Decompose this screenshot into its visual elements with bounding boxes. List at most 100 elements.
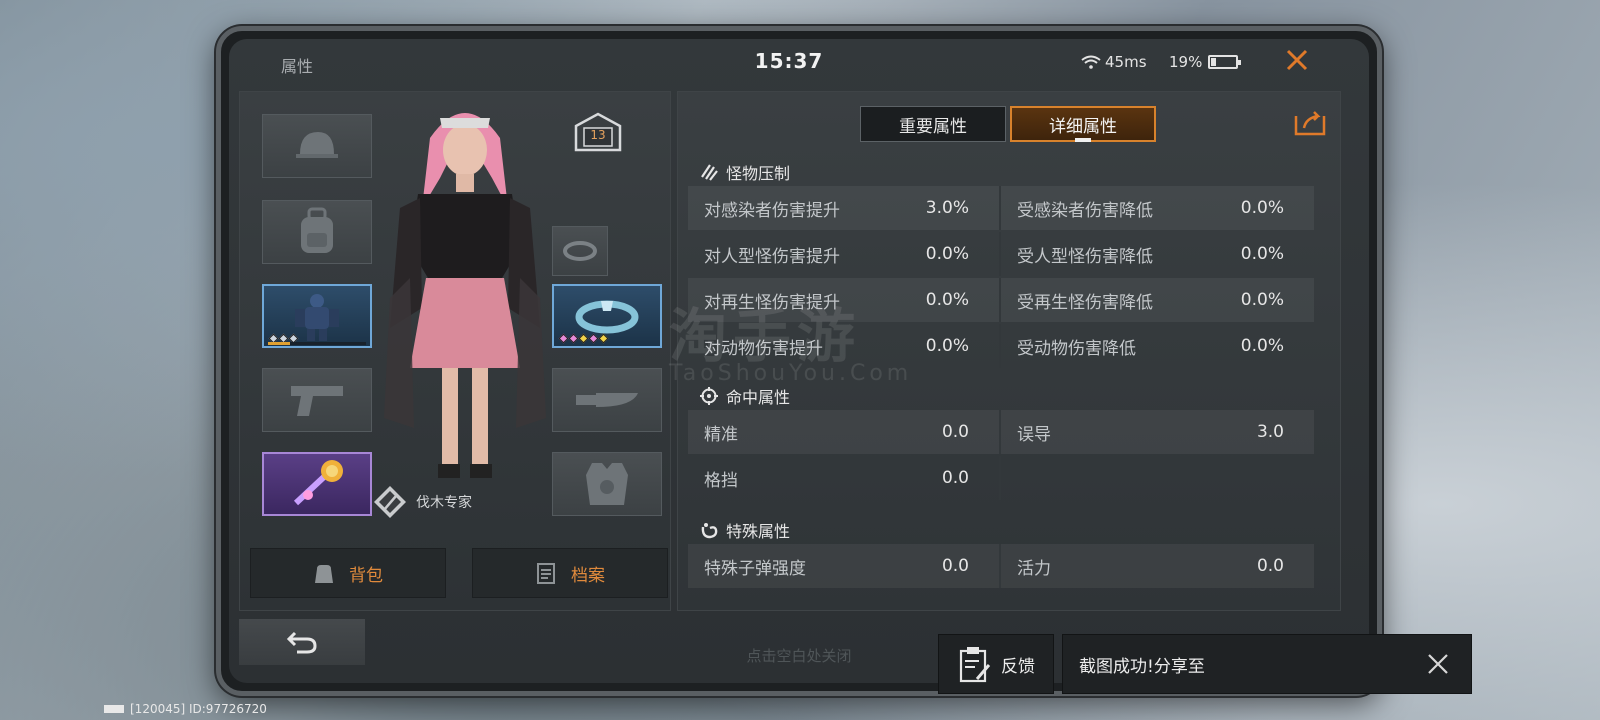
- attribute-row: 格挡 0.0: [688, 456, 1314, 500]
- screenshot-toast: 截图成功!分享至: [1062, 634, 1472, 694]
- bag-icon: [315, 565, 333, 583]
- attribute-value: 0.0: [941, 556, 969, 576]
- title-badge: 伐木专家: [372, 484, 472, 520]
- attribute-row: 对人型怪伤害提升 0.0% 受人型怪伤害降低 0.0%: [688, 232, 1314, 276]
- armor-figure-icon: [295, 294, 339, 341]
- attribute-label: 受人型怪伤害降低: [1017, 246, 1153, 267]
- swirl-icon: [701, 523, 718, 539]
- backpack-slot[interactable]: [262, 200, 372, 264]
- attribute-value: 0.0: [941, 468, 969, 488]
- gem-sockets: [268, 333, 299, 344]
- melee-weapon-slot[interactable]: [262, 452, 372, 516]
- attribute-cell: 受动物伤害降低 0.0%: [1001, 324, 1314, 368]
- attribute-screen: 属性 15:37 45ms 19% 13 伐木专家 背包 档案 重要属性 详细属…: [229, 39, 1369, 683]
- hat-slot[interactable]: [262, 114, 372, 178]
- attribute-label: 特殊子弹强度: [704, 558, 806, 579]
- player-id: [120045] ID:97726720: [130, 702, 267, 716]
- attribute-value: 3.0: [1256, 422, 1284, 442]
- clipboard-icon: [959, 647, 991, 683]
- section-special-title: 特殊属性: [700, 518, 790, 542]
- attribute-label: 对人型怪伤害提升: [704, 246, 840, 267]
- backpack-icon: [301, 207, 333, 253]
- back-button[interactable]: [239, 619, 365, 665]
- pistol-icon: [291, 386, 343, 416]
- axe-icon: [374, 486, 406, 518]
- durability-bar: [268, 342, 366, 345]
- attribute-value: 0.0: [941, 422, 969, 442]
- profile-button-label: 档案: [571, 565, 605, 586]
- attribute-label: 格挡: [704, 470, 738, 491]
- vest-slot[interactable]: [552, 452, 662, 516]
- bracelet-slot[interactable]: [552, 284, 662, 348]
- player-id-footer: [120045] ID:97726720: [104, 702, 267, 716]
- attribute-value: 0.0%: [1240, 244, 1284, 264]
- attribute-label: 受动物伤害降低: [1017, 338, 1136, 359]
- battery-level-fill: [1211, 58, 1217, 66]
- feedback-button[interactable]: 反馈: [938, 634, 1054, 694]
- attribute-value: 0.0%: [1240, 198, 1284, 218]
- device-icon: [104, 705, 124, 713]
- attribute-value: 0.0%: [1240, 290, 1284, 310]
- share-icon: [1294, 111, 1326, 136]
- section-hit-title: 命中属性: [700, 384, 790, 408]
- attribute-cell: [1001, 456, 1314, 500]
- attribute-value: 0.0%: [1240, 336, 1284, 356]
- attribute-label: 误导: [1017, 424, 1051, 445]
- tab-detail-attributes[interactable]: 详细属性: [1010, 106, 1156, 142]
- attribute-value: 0.0%: [925, 290, 969, 310]
- attribute-cell: 活力 0.0: [1001, 544, 1314, 588]
- document-icon: [537, 563, 555, 584]
- bracelet-icon: [575, 300, 639, 334]
- network-status: 45ms: [1081, 53, 1147, 71]
- battery-percent: 19%: [1169, 53, 1203, 71]
- attribute-value: 3.0%: [925, 198, 969, 218]
- knife-icon: [576, 393, 638, 407]
- tab-main-attributes[interactable]: 重要属性: [860, 106, 1006, 142]
- section-monster-title: 怪物压制: [700, 160, 790, 184]
- attribute-cell: 受感染者伤害降低 0.0%: [1001, 186, 1314, 230]
- attribute-tabs: 重要属性 详细属性: [860, 106, 1156, 142]
- level-number: 13: [590, 128, 606, 142]
- level-badge[interactable]: 13: [572, 112, 624, 152]
- attribute-cell: 对感染者伤害提升 3.0%: [688, 186, 1001, 230]
- page-title: 属性: [281, 57, 314, 76]
- title-badge-label: 伐木专家: [416, 495, 472, 511]
- attribute-label: 受感染者伤害降低: [1017, 200, 1153, 221]
- armor-skin-slot[interactable]: [262, 284, 372, 348]
- knife-slot[interactable]: [552, 368, 662, 432]
- attribute-cell: 受人型怪伤害降低 0.0%: [1001, 232, 1314, 276]
- backpack-button[interactable]: 背包: [250, 548, 446, 598]
- attribute-label: 对感染者伤害提升: [704, 200, 840, 221]
- pistol-slot[interactable]: [262, 368, 372, 432]
- close-icon: [1286, 49, 1308, 71]
- gem-sockets: [558, 333, 609, 344]
- watermark-url: TaoShouYou.Com: [669, 361, 913, 386]
- status-bar: 属性 15:37 45ms 19%: [229, 39, 1369, 85]
- crosshair-icon: [700, 387, 718, 405]
- vest-icon: [586, 463, 628, 505]
- feedback-label: 反馈: [1001, 656, 1035, 677]
- toast-message: 截图成功!分享至: [1079, 656, 1205, 677]
- attribute-cell: 受再生怪伤害降低 0.0%: [1001, 278, 1314, 322]
- profile-button[interactable]: 档案: [472, 548, 668, 598]
- ring-slot[interactable]: [552, 226, 608, 276]
- attribute-value: 0.0: [1256, 556, 1284, 576]
- share-button[interactable]: [1292, 108, 1328, 138]
- toast-close-icon[interactable]: [1423, 649, 1453, 679]
- attribute-cell: 精准 0.0: [688, 410, 1001, 454]
- tablet-frame: 属性 15:37 45ms 19% 13 伐木专家 背包 档案 重要属性 详细属…: [216, 26, 1382, 696]
- close-button[interactable]: [1279, 45, 1315, 81]
- claw-icon: [701, 164, 718, 181]
- attribute-row: 特殊子弹强度 0.0 活力 0.0: [688, 544, 1314, 588]
- battery-icon: [1208, 55, 1242, 69]
- wifi-icon: [1081, 55, 1101, 69]
- attribute-label: 活力: [1017, 558, 1051, 579]
- return-arrow-icon: [286, 631, 317, 654]
- clock: 15:37: [754, 49, 824, 73]
- cap-icon: [296, 132, 338, 158]
- attribute-row: 对感染者伤害提升 3.0% 受感染者伤害降低 0.0%: [688, 186, 1314, 230]
- battery-status: 19%: [1169, 53, 1242, 71]
- close-hint: 点击空白处关闭: [746, 647, 852, 665]
- lollipop-hammer-icon: [293, 460, 343, 506]
- attribute-cell: 误导 3.0: [1001, 410, 1314, 454]
